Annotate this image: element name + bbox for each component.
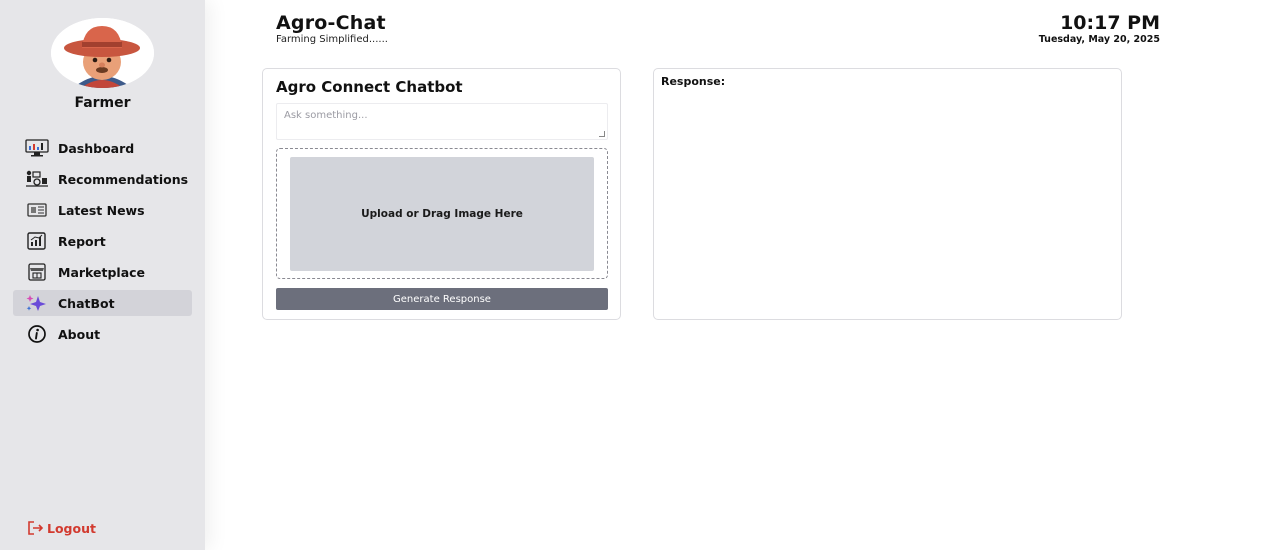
chatbot-title: Agro Connect Chatbot [276,78,463,96]
clock-time: 10:17 PM [1060,12,1160,34]
generate-response-button[interactable]: Generate Response [276,288,608,310]
clock-date: Tuesday, May 20, 2025 [1038,34,1160,45]
sidebar-item-about[interactable]: About [13,321,192,347]
chatbot-panel: Agro Connect Chatbot Upload or Drag Imag… [262,68,621,320]
profile-name: Farmer [74,95,131,111]
recommendations-icon [25,169,51,189]
sidebar-item-marketplace[interactable]: Marketplace [13,259,192,285]
logout-icon [27,518,47,538]
sidebar-item-label: Report [58,233,106,249]
marketplace-shop-icon [25,262,51,282]
upload-label: Upload or Drag Image Here [361,208,523,220]
dashboard-monitor-icon [25,138,51,158]
page-subtitle: Farming Simplified...... [276,34,388,45]
sidebar-item-dashboard[interactable]: Dashboard [13,135,192,161]
info-icon [25,324,51,344]
farmer-avatar-icon [51,18,154,88]
response-panel: Response: [653,68,1122,320]
sidebar-item-label: Dashboard [58,140,135,156]
prompt-input[interactable] [276,103,608,140]
sidebar-item-latest-news[interactable]: Latest News [13,197,192,223]
sidebar-item-label: Marketplace [58,264,146,280]
resize-grip-icon[interactable] [599,131,605,137]
upload-area[interactable]: Upload or Drag Image Here [290,157,594,271]
sidebar-item-label: Recommendations [58,171,189,187]
logout-button[interactable]: Logout [27,518,96,538]
sparkle-icon [25,293,51,313]
sidebar-item-report[interactable]: Report [13,228,192,254]
image-dropzone[interactable]: Upload or Drag Image Here [276,148,608,279]
logout-label: Logout [47,520,96,536]
sidebar-item-recommendations[interactable]: Recommendations [13,166,192,192]
sidebar-item-label: ChatBot [58,295,115,311]
sidebar-item-label: About [58,326,101,342]
app-root: Farmer Dashboard Recommendations Latest … [0,0,1280,550]
sidebar-item-chatbot[interactable]: ChatBot [13,290,192,316]
newspaper-icon [25,200,51,220]
response-label: Response: [661,75,726,88]
sidebar-nav: Dashboard Recommendations Latest News Re… [0,135,205,352]
sidebar: Farmer Dashboard Recommendations Latest … [0,0,205,550]
avatar [51,18,154,88]
report-chart-icon [25,231,51,251]
sidebar-item-label: Latest News [58,202,145,218]
page-title: Agro-Chat [276,12,386,34]
